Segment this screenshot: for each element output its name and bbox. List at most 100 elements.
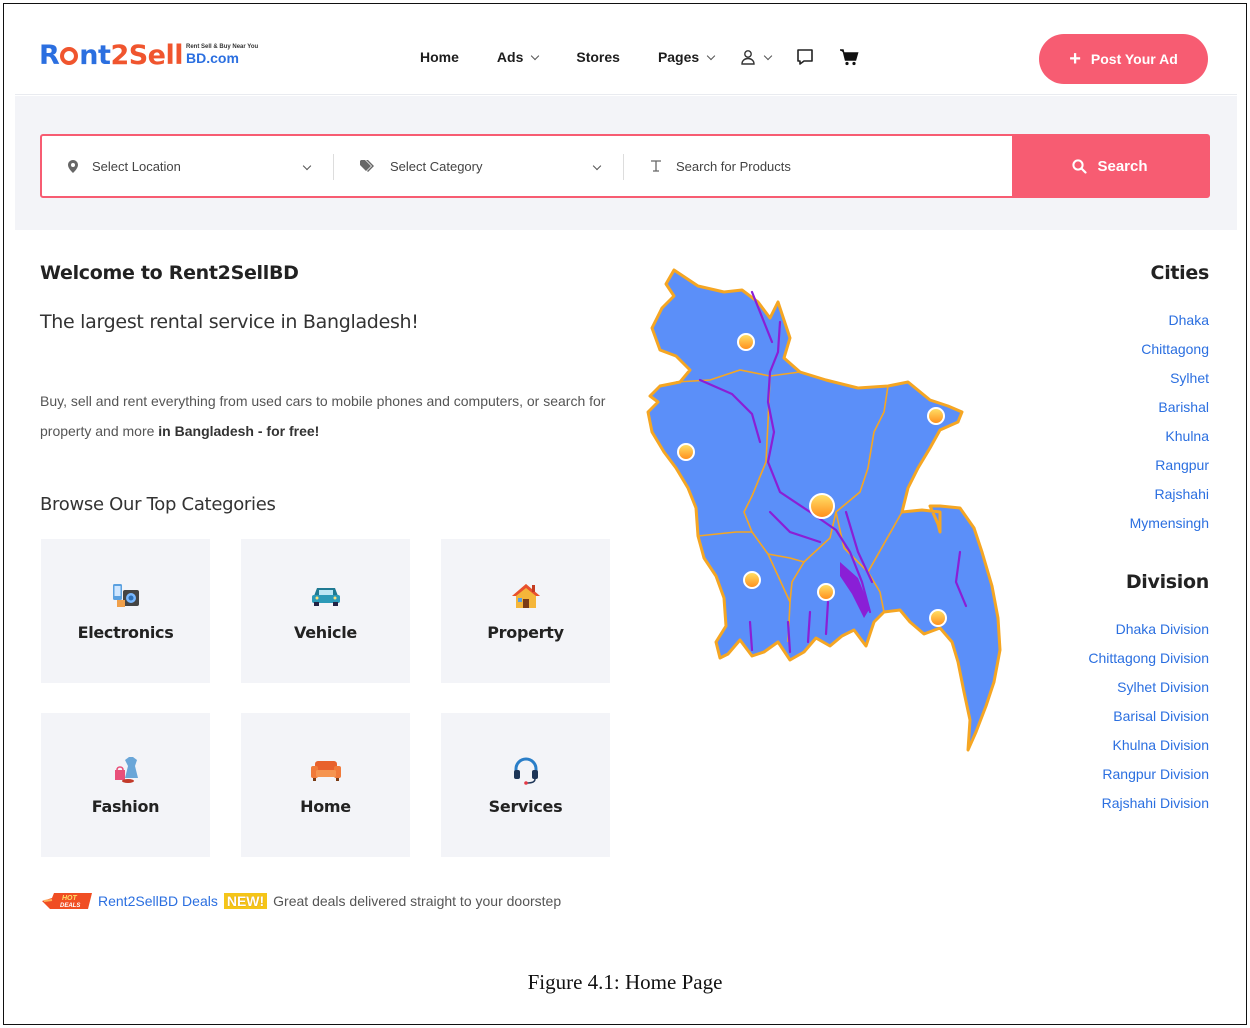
category-label: Services xyxy=(488,797,563,816)
site-header: Rnt2Sell Rent Sell & Buy Near You BD.com… xyxy=(15,5,1237,95)
nav-pages-label: Pages xyxy=(657,49,700,65)
post-ad-button[interactable]: + Post Your Ad xyxy=(1039,34,1208,84)
plus-icon: + xyxy=(1069,48,1081,70)
figure-caption: Figure 4.1: Home Page xyxy=(527,970,723,994)
chat-button[interactable] xyxy=(795,47,815,67)
marker-rajshahi[interactable] xyxy=(677,443,695,461)
cart-button[interactable] xyxy=(839,48,859,66)
category-select-label: Select Category xyxy=(390,158,483,174)
deals-banner: HOT DEALS Rent2SellBD Deals NEW! Great d… xyxy=(42,891,561,911)
location-select-label: Select Location xyxy=(92,158,181,174)
user-icon xyxy=(741,50,755,65)
marker-sylhet[interactable] xyxy=(927,407,945,425)
category-label: Vehicle xyxy=(294,623,357,642)
hot-deals-badge: HOT DEALS xyxy=(42,893,92,909)
svg-text:DEALS: DEALS xyxy=(60,903,80,909)
city-link[interactable]: Mymensingh xyxy=(1130,509,1209,538)
division-link[interactable]: Sylhet Division xyxy=(1088,673,1209,702)
category-services[interactable]: Services xyxy=(441,713,610,857)
product-search-input[interactable]: Search for Products xyxy=(624,136,1012,196)
house-icon xyxy=(510,581,542,611)
cart-icon xyxy=(840,49,859,66)
user-menu[interactable] xyxy=(740,49,773,65)
desc-bold: in Bangladesh - for free! xyxy=(158,423,320,439)
map-pin-icon xyxy=(68,159,78,173)
nav-pages[interactable]: Pages xyxy=(657,49,716,65)
division-heading: Division xyxy=(1125,571,1209,593)
search-button[interactable]: Search xyxy=(1012,136,1208,196)
division-link[interactable]: Barisal Division xyxy=(1088,702,1209,731)
marker-barishal[interactable] xyxy=(817,583,835,601)
city-link[interactable]: Rangpur xyxy=(1130,451,1209,480)
main-nav: Home Ads Stores Pages xyxy=(420,47,883,67)
city-link[interactable]: Barishal xyxy=(1130,393,1209,422)
search-form: Select Location Select Category Search f… xyxy=(40,134,1210,198)
city-link[interactable]: Rajshahi xyxy=(1130,480,1209,509)
division-list: Dhaka Division Chittagong Division Sylhe… xyxy=(1088,615,1209,818)
search-icon xyxy=(1072,158,1088,174)
logo-two: 2 xyxy=(110,40,129,71)
chevron-down-icon xyxy=(592,161,602,171)
post-ad-label: Post Your Ad xyxy=(1090,51,1178,67)
text-search-icon xyxy=(650,160,662,172)
chat-icon xyxy=(797,49,813,65)
search-button-label: Search xyxy=(1097,157,1148,175)
categories-heading: Browse Our Top Categories xyxy=(40,494,276,515)
welcome-heading: Welcome to Rent2SellBD xyxy=(40,262,299,284)
location-select[interactable]: Select Location xyxy=(42,136,334,196)
category-property[interactable]: Property xyxy=(441,539,610,683)
deals-text: Great deals delivered straight to your d… xyxy=(273,893,562,909)
division-link[interactable]: Khulna Division xyxy=(1088,731,1210,760)
headset-icon xyxy=(511,755,541,785)
fashion-icon xyxy=(111,755,141,785)
cities-heading: Cities xyxy=(1150,262,1210,284)
category-label: Electronics xyxy=(77,623,174,642)
division-link[interactable]: Dhaka Division xyxy=(1088,615,1209,644)
bangladesh-map[interactable] xyxy=(640,262,1010,762)
tag-icon xyxy=(360,160,376,172)
sofa-icon xyxy=(310,755,342,785)
deals-link[interactable]: Rent2SellBD Deals xyxy=(98,893,218,909)
category-label: Home xyxy=(300,797,351,816)
city-link[interactable]: Chittagong xyxy=(1130,335,1209,364)
division-link[interactable]: Rangpur Division xyxy=(1088,760,1209,789)
logo-letters: nt xyxy=(79,40,111,71)
nav-ads-label: Ads xyxy=(496,49,524,65)
city-link[interactable]: Khulna xyxy=(1130,422,1209,451)
chevron-down-icon xyxy=(531,51,540,60)
logo-domain: BD.com xyxy=(186,50,239,66)
svg-text:HOT: HOT xyxy=(62,895,78,902)
electronics-icon xyxy=(111,581,141,611)
cities-list: Dhaka Chittagong Sylhet Barishal Khulna … xyxy=(1130,306,1209,538)
category-home[interactable]: Home xyxy=(241,713,410,857)
nav-stores[interactable]: Stores xyxy=(576,49,620,65)
category-electronics[interactable]: Electronics xyxy=(41,539,210,683)
car-icon xyxy=(310,581,342,611)
nav-home[interactable]: Home xyxy=(420,49,459,65)
category-label: Property xyxy=(487,623,564,642)
new-badge: NEW! xyxy=(223,893,268,909)
site-logo[interactable]: Rnt2Sell Rent Sell & Buy Near You BD.com xyxy=(39,41,258,75)
nav-ads[interactable]: Ads xyxy=(496,49,540,65)
desc-text: Buy, sell and rent everything from used … xyxy=(40,393,606,439)
category-fashion[interactable]: Fashion xyxy=(41,713,210,857)
chevron-down-icon xyxy=(706,51,716,60)
logo-sell: Sell xyxy=(128,40,184,71)
intro-description: Buy, sell and rent everything from used … xyxy=(40,386,620,446)
logo-letter: R xyxy=(39,40,60,71)
marker-rangpur[interactable] xyxy=(737,333,755,351)
tagline: The largest rental service in Bangladesh… xyxy=(40,311,419,333)
marker-khulna[interactable] xyxy=(743,571,761,589)
category-vehicle[interactable]: Vehicle xyxy=(241,539,410,683)
search-section: Select Location Select Category Search f… xyxy=(15,96,1237,230)
product-search-placeholder: Search for Products xyxy=(676,158,791,174)
category-label: Fashion xyxy=(91,797,160,816)
marker-dhaka[interactable] xyxy=(809,493,835,519)
division-link[interactable]: Chittagong Division xyxy=(1088,644,1209,673)
logo-ring-icon xyxy=(60,47,79,65)
marker-chittagong[interactable] xyxy=(929,609,947,627)
division-link[interactable]: Rajshahi Division xyxy=(1088,789,1209,818)
city-link[interactable]: Sylhet xyxy=(1130,364,1209,393)
city-link[interactable]: Dhaka xyxy=(1130,306,1209,335)
category-select[interactable]: Select Category xyxy=(334,136,624,196)
